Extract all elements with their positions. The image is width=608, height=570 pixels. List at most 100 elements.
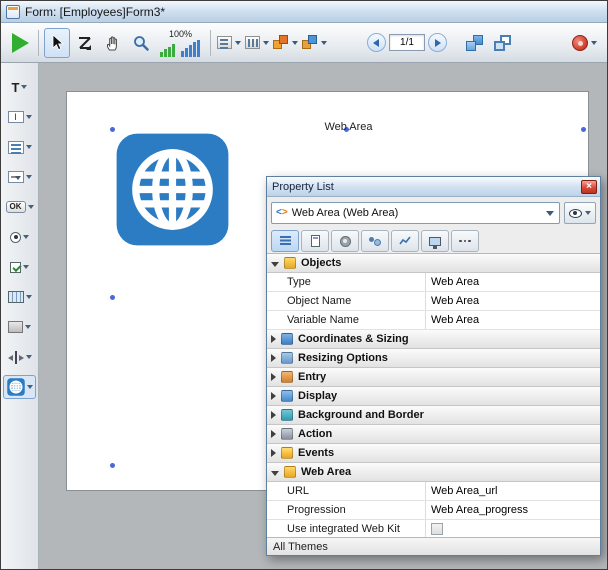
view-options-button[interactable] [564,202,596,224]
close-button[interactable]: × [581,180,597,194]
tab-all-properties[interactable] [271,230,299,252]
object-selector-row: <> Web Area (Web Area) [271,202,596,224]
text-tool-button[interactable]: T [3,75,36,99]
section-label: Coordinates & Sizing [298,333,409,345]
entry-order-tool-button[interactable] [72,28,98,58]
tab-more[interactable] [451,230,479,252]
display-views-button[interactable] [489,28,515,58]
object-tool-palette: T I OK [1,63,39,569]
section-coordinates-sizing[interactable]: Coordinates & Sizing [267,330,600,349]
entry-order-icon [76,34,94,52]
disclosure-triangle-icon[interactable] [271,354,276,362]
disclosure-triangle-icon[interactable] [271,392,276,400]
disclosure-triangle-icon[interactable] [271,471,279,476]
chevron-down-icon [26,295,32,299]
tab-settings[interactable] [331,230,359,252]
property-row-type[interactable]: Type Web Area [267,273,600,292]
combo-box-tool-button[interactable] [3,165,36,189]
globe-icon [7,378,25,396]
tab-users[interactable] [361,230,389,252]
run-form-button[interactable] [7,28,33,58]
selection-handle-middle-left[interactable] [110,295,115,300]
radio-button-tool-button[interactable] [3,225,36,249]
section-action[interactable]: Action [267,425,600,444]
distribute-icon [245,36,260,49]
webkit-checkbox[interactable] [431,523,443,535]
section-entry[interactable]: Entry [267,368,600,387]
input-tool-button[interactable]: I [3,105,36,129]
action-section-icon [281,428,293,440]
distribute-button[interactable] [244,28,270,58]
disclosure-triangle-icon[interactable] [271,411,276,419]
property-value[interactable]: Web Area_url [425,482,600,500]
splitter-icon [8,351,24,364]
section-label: Events [298,447,334,459]
disclosure-triangle-icon[interactable] [271,335,276,343]
disclosure-triangle-icon[interactable] [271,449,276,457]
main-toolbar: 100% 1/1 [1,23,607,63]
property-list-titlebar[interactable]: Property List × [267,177,600,197]
zoom-bars[interactable] [160,39,201,57]
window-titlebar[interactable]: Form: [Employees]Form3* [1,1,607,23]
section-resizing-options[interactable]: Resizing Options [267,349,600,368]
web-area-object[interactable] [115,132,230,247]
chevron-down-icon [21,85,27,89]
duplicate-icon [302,35,318,50]
property-row-object-name[interactable]: Object Name Web Area [267,292,600,311]
chevron-down-icon [591,41,597,45]
property-row-variable-name[interactable]: Variable Name Web Area [267,311,600,330]
gear-icon [572,35,588,51]
level-button[interactable] [272,28,299,58]
property-value[interactable]: Web Area [425,273,600,291]
property-label: Use integrated Web Kit [267,523,425,535]
checkbox-tool-button[interactable] [3,255,36,279]
section-objects[interactable]: Objects [267,254,600,273]
property-value[interactable]: Web Area [425,292,600,310]
object-type-icon: <> [276,208,288,218]
arrow-left-icon [373,39,379,47]
themes-footer[interactable]: All Themes [267,537,600,555]
align-button[interactable] [216,28,242,58]
section-display[interactable]: Display [267,387,600,406]
eye-icon [569,209,582,218]
section-web-area[interactable]: Web Area [267,463,600,482]
chevron-down-icon [23,265,29,269]
disclosure-triangle-icon[interactable] [271,262,279,267]
property-row-url[interactable]: URL Web Area_url [267,482,600,501]
rectangle-tool-button[interactable] [3,315,36,339]
zoom-controls: 100% [160,29,201,57]
disclosure-triangle-icon[interactable] [271,373,276,381]
section-events[interactable]: Events [267,444,600,463]
splitter-tool-button[interactable] [3,345,36,369]
property-value-cell [425,520,600,537]
selection-handle-bottom-left[interactable] [110,463,115,468]
disclosure-triangle-icon[interactable] [271,430,276,438]
tab-chart[interactable] [391,230,419,252]
chevron-down-icon [546,211,554,216]
previous-page-button[interactable] [367,33,386,52]
object-selector-dropdown[interactable]: <> Web Area (Web Area) [271,202,560,224]
duplicate-button[interactable] [301,28,328,58]
tab-form[interactable] [301,230,329,252]
section-background-border[interactable]: Background and Border [267,406,600,425]
next-page-button[interactable] [428,33,447,52]
property-value[interactable]: Web Area_progress [425,501,600,519]
events-section-icon [281,447,293,459]
property-grid: Objects Type Web Area Object Name Web Ar… [267,253,600,537]
property-row-progression[interactable]: Progression Web Area_progress [267,501,600,520]
button-grid-tool-button[interactable] [3,285,36,309]
chevron-down-icon [292,41,298,45]
property-value[interactable]: Web Area [425,311,600,329]
tab-display[interactable] [421,230,449,252]
hand-tool-button[interactable] [100,28,126,58]
button-tool-button[interactable]: OK [3,195,36,219]
property-row-web-kit[interactable]: Use integrated Web Kit [267,520,600,537]
manage-pages-button[interactable] [461,28,487,58]
select-tool-button[interactable] [44,28,70,58]
settings-button[interactable] [571,28,598,58]
property-list-title: Property List [272,181,334,193]
list-box-tool-button[interactable] [3,135,36,159]
web-area-tool-button[interactable] [3,375,36,399]
zoom-tool-button[interactable] [128,28,154,58]
web-area-object-label: Web Area [112,121,585,133]
